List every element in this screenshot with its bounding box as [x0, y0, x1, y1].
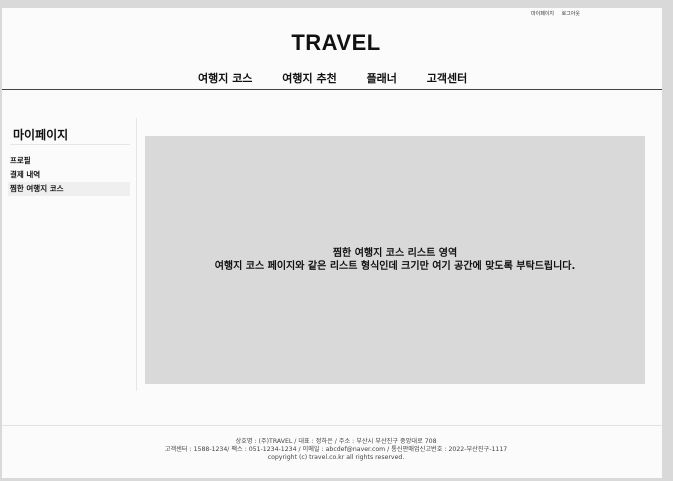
- footer-divider: [2, 425, 662, 426]
- utility-nav: 마이페이지 로그아웃: [531, 10, 586, 17]
- wishlist-placeholder-title: 찜한 여행지 코스 리스트 영역: [332, 248, 458, 259]
- nav-item-course[interactable]: 여행지 코스: [198, 72, 252, 85]
- sidebar-item-wishlist[interactable]: 찜한 여행지 코스: [8, 182, 130, 196]
- nav-item-support[interactable]: 고객센터: [427, 72, 467, 85]
- sidebar-item-payments[interactable]: 결제 내역: [8, 168, 130, 182]
- sidebar-title: 마이페이지: [13, 128, 69, 142]
- footer-contact-info: 고객센터 : 1588-1234/ 팩스 : 051-1234-1234 / 이…: [164, 446, 508, 453]
- content-divider: [136, 118, 137, 391]
- footer-company-info: 상호명 : (주)TRAVEL / 대표 : 정하은 / 주소 : 부산시 부산…: [235, 438, 437, 445]
- sidebar-menu: 프로필 결제 내역 찜한 여행지 코스: [8, 154, 130, 196]
- nav-item-recommend[interactable]: 여행지 추천: [282, 72, 336, 85]
- wishlist-area: 찜한 여행지 코스 리스트 영역 여행지 코스 페이지와 같은 리스트 형식인데…: [145, 136, 645, 384]
- footer: 상호명 : (주)TRAVEL / 대표 : 정하은 / 주소 : 부산시 부산…: [2, 438, 670, 462]
- logout-link[interactable]: 로그아웃: [562, 11, 580, 17]
- header-divider: [2, 89, 662, 90]
- page: 마이페이지 로그아웃 TRAVEL 여행지 코스 여행지 추천 플래너 고객센터…: [2, 8, 662, 478]
- wishlist-placeholder-desc: 여행지 코스 페이지와 같은 리스트 형식인데 크기만 여기 공간에 맞도록 부…: [214, 261, 576, 272]
- sidebar-item-profile[interactable]: 프로필: [8, 154, 130, 168]
- site-logo[interactable]: TRAVEL: [2, 30, 670, 56]
- sidebar-divider: [10, 144, 130, 145]
- nav-item-planner[interactable]: 플래너: [367, 72, 397, 85]
- mypage-link[interactable]: 마이페이지: [531, 11, 554, 17]
- main-nav: 여행지 코스 여행지 추천 플래너 고객센터: [198, 70, 493, 86]
- footer-copyright: copyright (c) travel.co.kr all rights re…: [267, 454, 405, 461]
